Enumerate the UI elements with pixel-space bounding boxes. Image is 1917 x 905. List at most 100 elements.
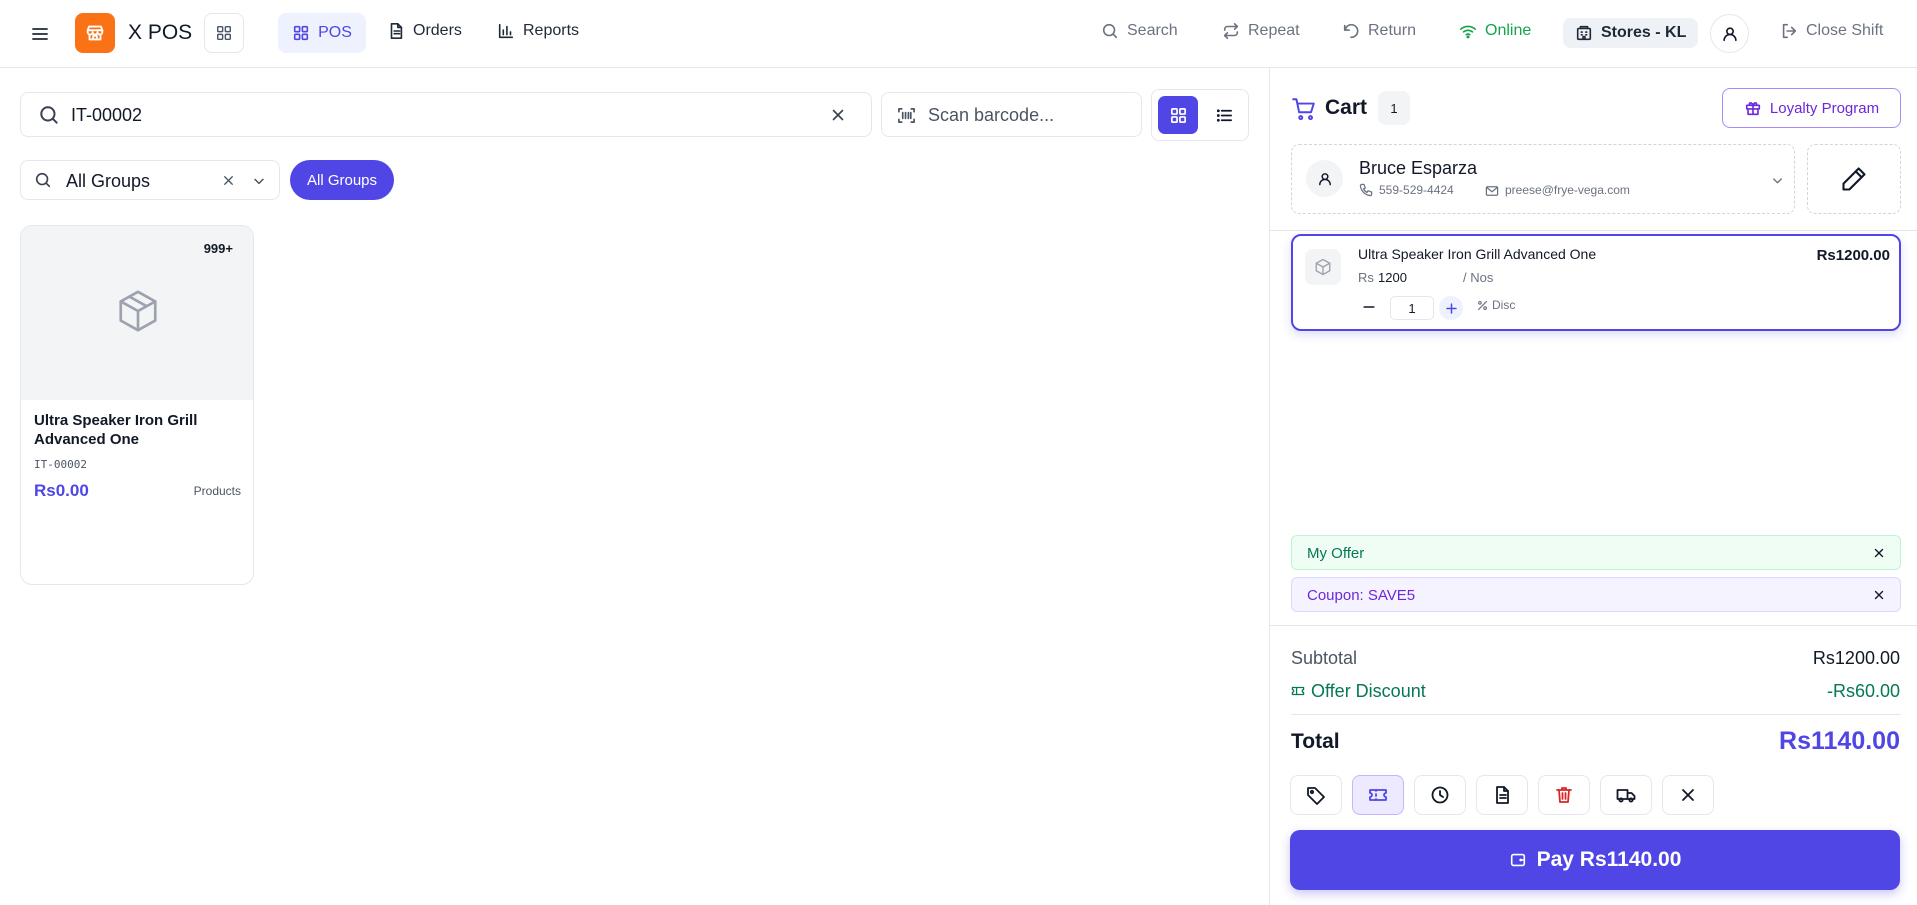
loyalty-label: Loyalty Program [1769,99,1880,117]
divider [1270,230,1917,231]
cart-item-name: Ultra Speaker Iron Grill Advanced One [1358,246,1597,262]
repeat-label: Repeat [1248,22,1300,39]
discount-button[interactable]: Disc [1476,298,1515,312]
minus-icon[interactable] [1361,299,1377,315]
pay-button[interactable]: Pay Rs1140.00 [1290,830,1900,890]
app-title: X POS [128,21,193,44]
cancel-button[interactable] [1662,775,1714,815]
chevron-down-icon [1770,173,1785,188]
package-icon [1314,258,1332,276]
document-icon [1492,785,1512,805]
list-view-button[interactable] [1204,96,1244,134]
customer-selector[interactable]: Bruce Esparza 559-529-4424 preese@frye-v… [1291,144,1795,214]
offer-discount-value: -Rs60.00 [1826,681,1900,701]
barcode-input[interactable]: Scan barcode... [881,92,1142,137]
grid-icon [1169,106,1188,125]
loyalty-program-button[interactable]: Loyalty Program [1722,88,1901,128]
cart-count-badge: 1 [1378,91,1410,125]
product-code: IT-00002 [34,458,87,471]
cart-item-amount: Rs1200.00 [1816,247,1890,264]
rate-input[interactable]: 1200 [1378,270,1458,285]
grid-icon [292,24,310,42]
percent-icon [1476,299,1489,312]
offer-label: My Offer [1307,545,1365,562]
grid-view-button[interactable] [1158,96,1198,134]
clock-icon [1430,785,1450,805]
product-group: Products [193,484,241,498]
online-status: Online [1459,22,1531,40]
nav-orders-label: Orders [413,22,462,39]
customer-email: preese@frye-vega.com [1505,183,1630,197]
uom-label: / Nos [1463,270,1494,285]
building-icon [1575,24,1593,42]
document-icon [387,22,405,40]
tag-icon [1306,785,1326,805]
pencil-icon [1840,165,1868,193]
cart-title: Cart [1325,96,1368,119]
search-label: Search [1127,22,1178,39]
clear-cart-button[interactable] [1538,775,1590,815]
nav-tab-pos[interactable]: POS [278,13,366,53]
discount-label: Disc [1492,298,1516,312]
hold-button[interactable] [1414,775,1466,815]
currency-label: Rs [1358,270,1374,285]
user-avatar-button[interactable] [1710,14,1749,53]
plus-button[interactable] [1439,296,1463,320]
cart-item[interactable]: Ultra Speaker Iron Grill Advanced One Rs… [1291,234,1901,331]
chevron-down-icon[interactable] [251,173,267,189]
tag-button[interactable] [1290,775,1342,815]
notes-button[interactable] [1476,775,1528,815]
nav-pos-label: POS [318,24,352,41]
subtotal-value: Rs1200.00 [1812,648,1900,668]
close-icon [1678,785,1698,805]
clear-search-icon[interactable] [829,106,847,124]
view-toggle [1151,89,1249,141]
search-button[interactable]: Search [1101,22,1178,40]
stock-badge: 999+ [203,241,233,256]
delivery-button[interactable] [1600,775,1652,815]
store-label: Stores - KL [1601,24,1687,41]
return-label: Return [1368,22,1417,39]
ticket-icon [1291,684,1305,698]
product-price: Rs0.00 [34,481,89,500]
product-card[interactable]: 999+ Ultra Speaker Iron Grill Advanced O… [20,225,254,585]
menu-icon[interactable] [30,24,50,44]
total-label: Total [1291,730,1340,753]
nav-reports-label: Reports [523,22,580,39]
wifi-icon [1459,22,1477,40]
apps-grid-button[interactable] [204,13,244,53]
repeat-button[interactable]: Repeat [1222,22,1300,40]
barcode-placeholder: Scan barcode... [928,105,1055,125]
subtotal-label: Subtotal [1291,648,1358,668]
coupon-button[interactable] [1352,775,1404,815]
close-shift-button[interactable]: Close Shift [1780,22,1883,40]
list-icon [1215,106,1234,125]
divider [1291,714,1901,715]
store-logo-icon [75,13,115,53]
close-icon[interactable] [1872,588,1886,602]
group-filter-select[interactable]: All Groups [20,160,280,200]
ticket-icon [1368,785,1388,805]
product-pane: IT-00002 Scan barcode... All Groups All … [0,68,1269,905]
item-search-field[interactable]: IT-00002 [20,92,872,137]
close-shift-label: Close Shift [1806,22,1884,39]
group-filter-value: All Groups [66,171,151,191]
edit-customer-button[interactable] [1807,144,1901,214]
quantity-input[interactable]: 1 [1390,296,1434,320]
total-value: Rs1140.00 [1779,727,1900,755]
online-label: Online [1485,22,1532,39]
cart-icon [1291,96,1317,122]
mail-icon [1485,184,1499,198]
user-icon [1317,171,1333,187]
barcode-scan-icon [897,106,916,125]
store-selector[interactable]: Stores - KL [1563,18,1699,48]
group-chip-all[interactable]: All Groups [290,160,394,200]
close-icon[interactable] [1872,546,1886,560]
search-icon [34,171,52,189]
offer-tag: My Offer [1291,535,1901,570]
customer-avatar [1306,160,1343,197]
return-button[interactable]: Return [1342,22,1416,40]
nav-tab-reports[interactable]: Reports [497,22,579,40]
nav-tab-orders[interactable]: Orders [387,22,462,40]
clear-filter-icon[interactable] [221,173,236,188]
